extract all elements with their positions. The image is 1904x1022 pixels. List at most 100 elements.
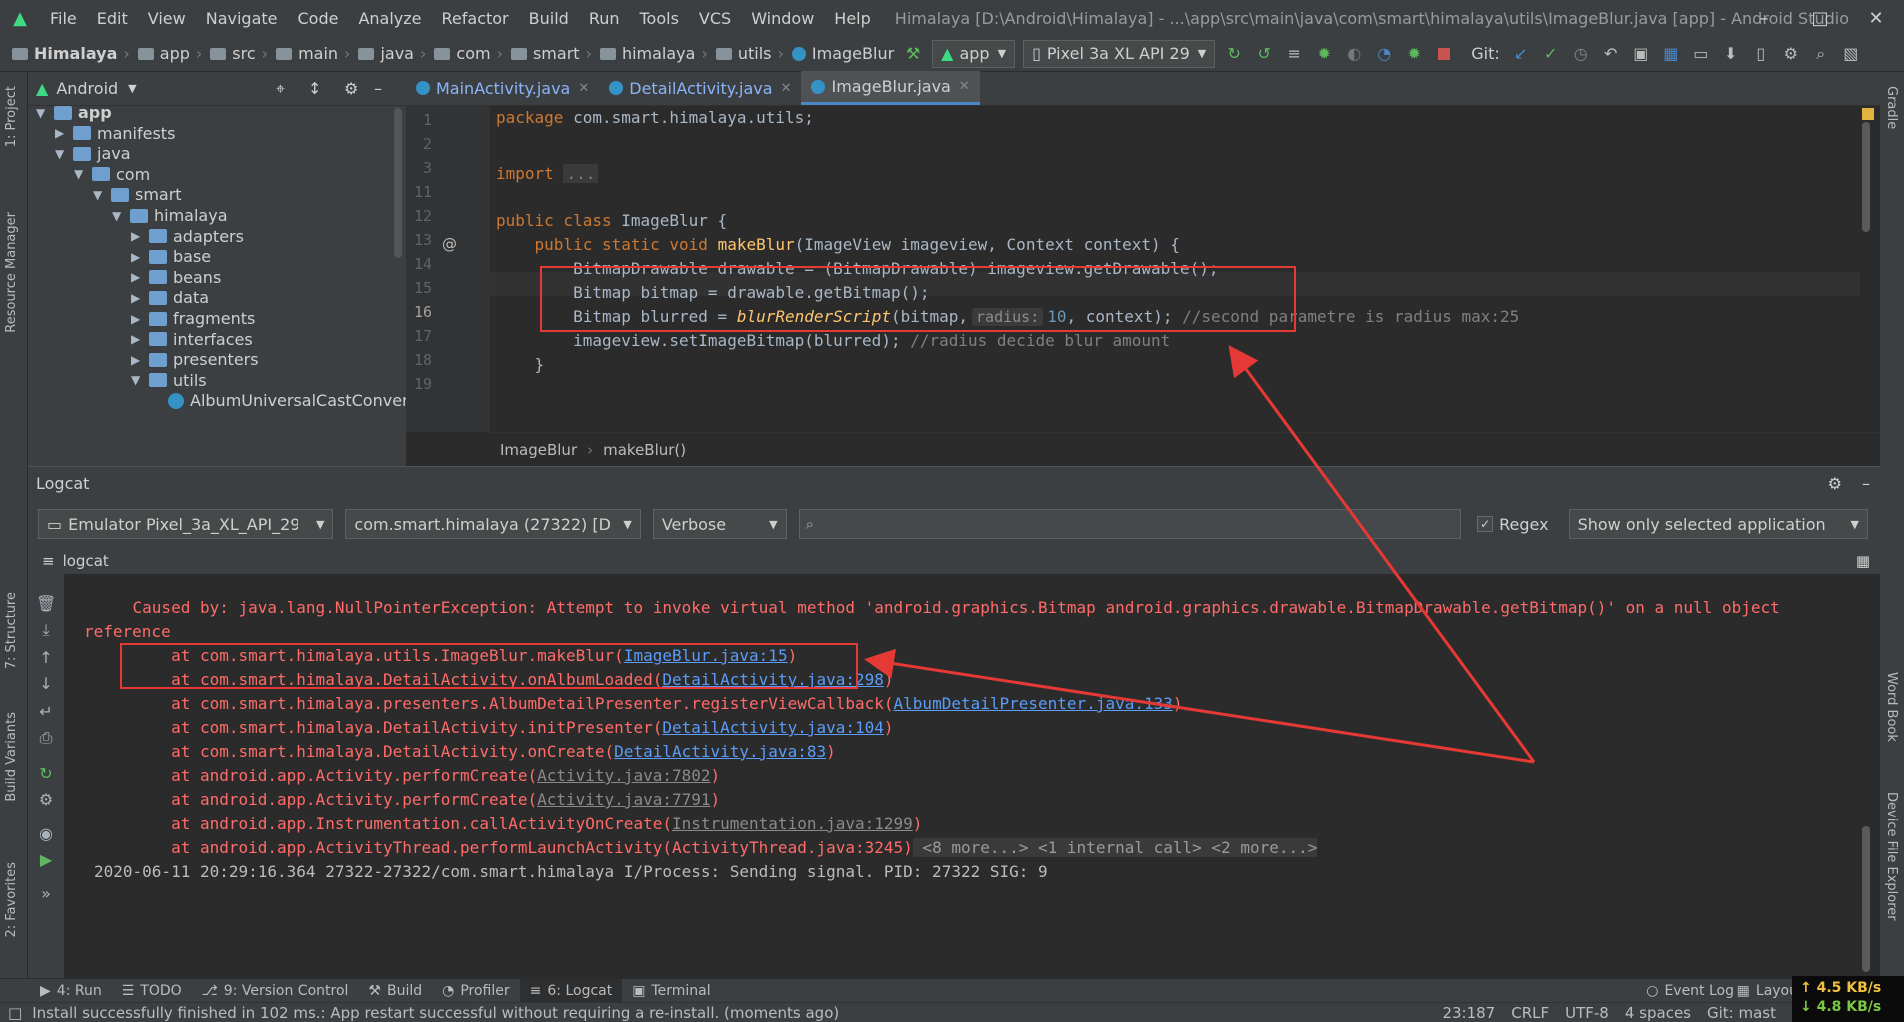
clear-log-icon[interactable]: 🗑 [36, 594, 56, 614]
project-view-select[interactable]: Android [56, 79, 118, 98]
avd-manager-icon[interactable]: ▭ [1686, 40, 1716, 68]
gradle-tool-tab[interactable]: Gradle [1884, 86, 1899, 129]
stacktrace-link[interactable]: Activity.java:7791 [537, 790, 710, 809]
device-select[interactable]: ▯ Pixel 3a XL API 29 ▼ [1023, 39, 1216, 68]
profiler-tool-tab[interactable]: ◔ Profiler [432, 983, 520, 999]
git-history-icon[interactable]: ◷ [1566, 40, 1596, 68]
expand-right-icon[interactable]: ▶ [131, 229, 149, 243]
hammer-build-icon[interactable]: ⚒ [898, 40, 928, 68]
stacktrace-link[interactable]: DetailActivity.java:104 [662, 718, 884, 737]
expand-down-icon[interactable]: ▼ [112, 209, 130, 223]
expand-down-icon[interactable]: ▼ [93, 188, 111, 202]
device-select[interactable]: ▭Emulator Pixel_3a_XL_API_29 Anc▼ [38, 509, 334, 539]
chevron-down-icon[interactable]: ▼ [128, 82, 136, 95]
attach-debugger-icon[interactable]: ✹ [1399, 40, 1429, 68]
stop-icon[interactable] [1429, 40, 1459, 68]
sync-icon[interactable]: ⚙ [1776, 40, 1806, 68]
menu-item-file[interactable]: File [40, 9, 87, 28]
apply-code-changes-icon[interactable]: ↺ [1249, 40, 1279, 68]
tab-mainactivity-java[interactable]: MainActivity.java ✕ [406, 71, 599, 105]
expand-right-icon[interactable]: ▶ [131, 353, 149, 367]
git-rollback-icon[interactable]: ↶ [1596, 40, 1626, 68]
expand-right-icon[interactable]: ▶ [131, 332, 149, 346]
more-icon[interactable]: » [36, 884, 56, 904]
stacktrace-link[interactable]: DetailActivity.java:298 [662, 670, 884, 689]
logcat-scrollbar[interactable] [1862, 826, 1870, 972]
breadcrumb-item[interactable]: himalaya › [596, 44, 712, 63]
breadcrumb-item[interactable]: com › [430, 44, 507, 63]
menu-item-help[interactable]: Help [824, 9, 880, 28]
process-select[interactable]: com.smart.himalaya (27322) [DEAD]▼ [345, 509, 641, 539]
project-tool-tab[interactable]: 1: Project [4, 86, 19, 147]
breadcrumb-item[interactable]: java › [354, 44, 430, 63]
screen-record-icon[interactable]: ▶ [36, 850, 56, 870]
stacktrace-link[interactable]: Instrumentation.java:1299 [672, 814, 913, 833]
project-scrollbar[interactable] [394, 108, 402, 258]
coverage-icon[interactable]: ◐ [1339, 40, 1369, 68]
file-encoding[interactable]: UTF-8 [1557, 1004, 1617, 1022]
debug-icon[interactable]: ✹ [1309, 40, 1339, 68]
stacktrace-link[interactable]: ImageBlur.java:15 [624, 646, 788, 665]
word-book-tool-tab[interactable]: Word Book [1884, 672, 1899, 742]
caret-position[interactable]: 23:187 [1434, 1004, 1503, 1022]
expand-down-icon[interactable]: ▼ [36, 106, 54, 120]
menu-item-edit[interactable]: Edit [87, 9, 138, 28]
menu-item-build[interactable]: Build [519, 9, 579, 28]
hide-panel-icon[interactable]: – [374, 79, 382, 98]
expand-down-icon[interactable]: ▼ [74, 167, 92, 181]
breadcrumb-item[interactable]: src › [206, 44, 272, 63]
logcat-output[interactable]: Caused by: java.lang.NullPointerExceptio… [64, 574, 1874, 978]
menu-item-window[interactable]: Window [741, 9, 824, 28]
breadcrumb-item[interactable]: app › [134, 44, 207, 63]
expand-right-icon[interactable]: ▶ [55, 126, 73, 140]
tree-item[interactable]: AlbumUniversalCastConver [150, 388, 406, 413]
search-input[interactable]: ⌕ [798, 509, 1462, 539]
device-file-explorer-tool-tab[interactable]: Device File Explorer [1884, 792, 1899, 921]
layout-inspector-icon[interactable]: ▧ [1836, 40, 1866, 68]
version-control-tool-tab[interactable]: ⎇ 9: Version Control [192, 983, 359, 999]
gear-icon[interactable]: ⚙ [36, 790, 56, 810]
editor-scrollbar[interactable] [1862, 122, 1870, 232]
filter-config-select[interactable]: Show only selected application ▼ [1568, 509, 1868, 539]
code-area[interactable]: package com.smart.himalaya.utils; import… [490, 106, 1860, 432]
scroll-to-end-icon[interactable]: ⤓ [36, 620, 56, 640]
build-variants-tool-tab[interactable]: Build Variants [4, 712, 19, 802]
git-commit-icon[interactable]: ✓ [1536, 40, 1566, 68]
breadcrumb-item[interactable]: utils › [712, 44, 788, 63]
list-icon[interactable]: ≡ [1279, 40, 1309, 68]
menu-item-view[interactable]: View [138, 9, 196, 28]
profile-icon[interactable]: ◔ [1369, 40, 1399, 68]
apply-changes-icon[interactable]: ↻ [1219, 40, 1249, 68]
close-icon[interactable]: ✕ [959, 79, 970, 94]
breadcrumb-item[interactable]: ImageBlur [788, 44, 898, 63]
folded-frames[interactable]: <8 more...> <1 internal call> <2 more...… [912, 838, 1318, 857]
minimize-icon[interactable]: – [1736, 0, 1792, 36]
warning-marker[interactable] [1862, 108, 1874, 120]
down-arrow-icon[interactable]: ↓ [36, 674, 56, 694]
hide-panel-icon[interactable]: – [1862, 474, 1870, 493]
tab-detailactivity-java[interactable]: DetailActivity.java ✕ [599, 71, 801, 105]
stacktrace-link[interactable]: DetailActivity.java:83 [614, 742, 826, 761]
translate-icon[interactable]: ▦ [1656, 40, 1686, 68]
terminal-tool-tab[interactable]: ▣ Terminal [622, 983, 720, 999]
menu-item-vcs[interactable]: VCS [689, 9, 741, 28]
close-icon[interactable]: ✕ [781, 81, 792, 96]
breadcrumb-item[interactable]: Himalaya › [8, 44, 134, 63]
stacktrace-link[interactable]: AlbumDetailPresenter.java:133 [894, 694, 1173, 713]
favorites-tool-tab[interactable]: 2: Favorites [4, 862, 19, 938]
menu-item-tools[interactable]: Tools [630, 9, 689, 28]
git-update-icon[interactable]: ↙ [1506, 40, 1536, 68]
close-icon[interactable]: ✕ [578, 81, 589, 96]
expand-right-icon[interactable]: ▶ [131, 312, 149, 326]
target-icon[interactable]: ⌖ [276, 79, 285, 99]
menu-item-code[interactable]: Code [288, 9, 349, 28]
device-icon[interactable]: ▯ [1746, 40, 1776, 68]
todo-tool-tab[interactable]: ☰ TODO [112, 983, 192, 999]
screenshot-icon[interactable]: ◉ [36, 824, 56, 844]
tab-imageblur-java[interactable]: ImageBlur.java ✕ [801, 71, 980, 105]
build-tool-tab[interactable]: ⚒ Build [358, 983, 432, 999]
restart-icon[interactable]: ↻ [36, 764, 56, 784]
gear-icon[interactable]: ⚙ [1828, 474, 1842, 493]
line-separator[interactable]: CRLF [1503, 1004, 1557, 1022]
run-tool-tab[interactable]: ▶ 4: Run [0, 983, 112, 999]
